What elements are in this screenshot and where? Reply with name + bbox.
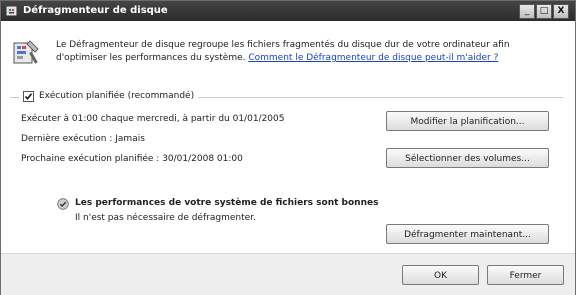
defragmenter-window: Défragmenteur de disque _ □ X Le Défragm… xyxy=(0,0,576,295)
maximize-button[interactable]: □ xyxy=(536,4,552,19)
minimize-icon: _ xyxy=(524,6,530,16)
checkmark-icon xyxy=(24,92,33,100)
defrag-icon xyxy=(13,40,39,64)
modify-schedule-button[interactable]: Modifier la planification... xyxy=(386,111,549,131)
ok-button[interactable]: OK xyxy=(402,265,479,285)
next-run-text: Prochaine exécution planifiée : 30/01/20… xyxy=(21,154,243,164)
dialog-footer: OK Fermer xyxy=(1,253,575,295)
schedule-run-line: Exécuter à 01:00 chaque mercredi, à part… xyxy=(21,114,285,124)
status-title: Les performances de votre système de fic… xyxy=(75,198,379,208)
last-run-text: Dernière exécution : Jamais xyxy=(21,134,145,144)
status-subtitle: Il n'est pas nécessaire de défragmenter. xyxy=(75,213,256,223)
select-volumes-button[interactable]: Sélectionner des volumes... xyxy=(386,148,549,168)
help-link[interactable]: Comment le Défragmenteur de disque peut-… xyxy=(248,53,498,63)
schedule-checkbox[interactable] xyxy=(23,90,34,102)
title-bar[interactable]: Défragmenteur de disque _ □ X xyxy=(1,1,575,21)
close-button[interactable]: Fermer xyxy=(487,265,564,285)
window-controls: _ □ X xyxy=(518,4,569,19)
minimize-button[interactable]: _ xyxy=(519,4,535,19)
close-icon: X xyxy=(557,6,565,16)
status-ok-icon xyxy=(57,198,69,210)
schedule-toggle[interactable]: Exécution planifiée (recommandé) xyxy=(19,89,199,103)
maximize-icon: □ xyxy=(539,6,549,16)
close-window-button[interactable]: X xyxy=(553,4,569,19)
window-title: Défragmenteur de disque xyxy=(23,5,168,16)
schedule-checkbox-label: Exécution planifiée (recommandé) xyxy=(39,91,195,101)
defrag-app-icon xyxy=(6,6,17,16)
defragment-now-button[interactable]: Défragmenter maintenant... xyxy=(386,224,549,244)
intro-description: Le Défragmenteur de disque regroupe les … xyxy=(56,39,556,65)
